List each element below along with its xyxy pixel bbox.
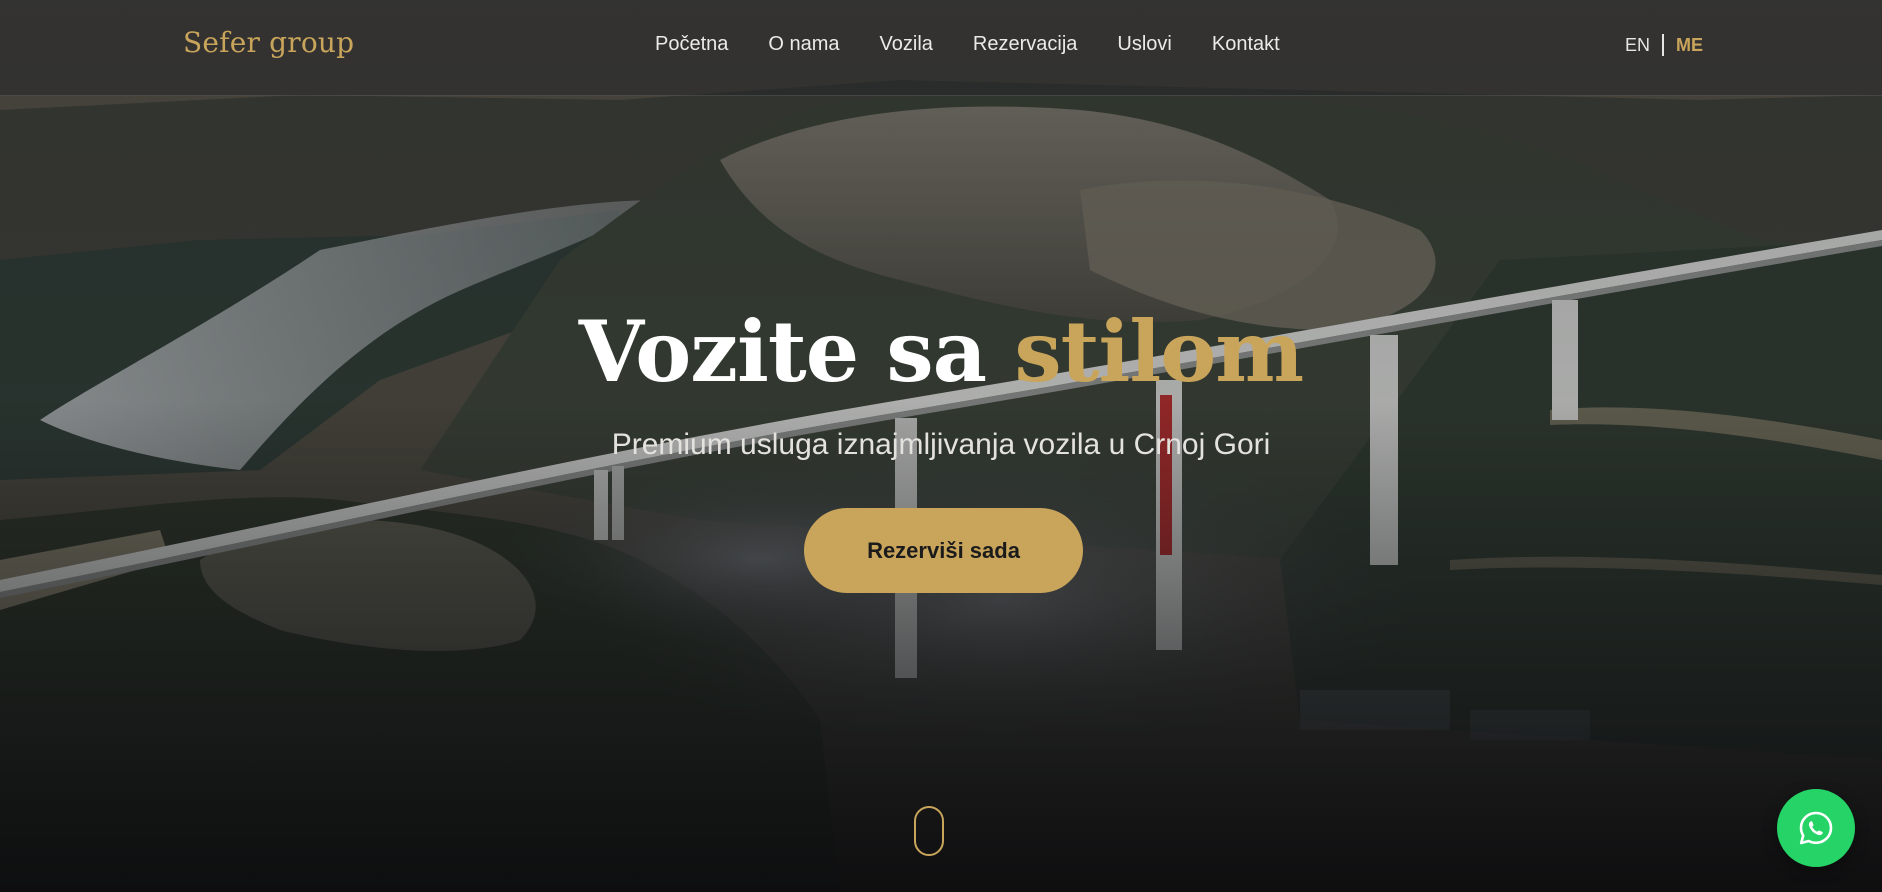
mouse-scroll-icon[interactable] <box>914 806 944 856</box>
reserve-now-button[interactable]: Rezerviši sada <box>804 508 1083 593</box>
nav-link-rezervacija[interactable]: Rezervacija <box>973 33 1077 56</box>
whatsapp-button[interactable] <box>1777 789 1855 867</box>
hero-subtitle: Premium usluga iznajmljivanja vozila u C… <box>611 428 1271 461</box>
language-option-en[interactable]: EN <box>1625 35 1650 56</box>
nav-link-vozila[interactable]: Vozila <box>880 33 933 56</box>
whatsapp-icon <box>1799 811 1833 845</box>
nav-link-kontakt[interactable]: Kontakt <box>1212 33 1280 56</box>
language-option-me[interactable]: ME <box>1676 35 1703 56</box>
language-switcher: EN ME <box>1625 34 1703 56</box>
language-divider <box>1662 34 1665 56</box>
brand-logo[interactable]: Sefer group <box>183 26 354 59</box>
nav-link-o-nama[interactable]: O nama <box>768 33 839 56</box>
hero-title-accent: stilom <box>1014 302 1304 401</box>
hero-title: Vozite sa stilom <box>0 302 1882 402</box>
main-navigation: Početna O nama Vozila Rezervacija Uslovi… <box>655 33 1280 56</box>
site-header: Sefer group Početna O nama Vozila Rezerv… <box>0 0 1882 96</box>
nav-link-uslovi[interactable]: Uslovi <box>1117 33 1171 56</box>
hero-title-main: Vozite sa <box>578 302 1015 401</box>
nav-link-pocetna[interactable]: Početna <box>655 33 728 56</box>
